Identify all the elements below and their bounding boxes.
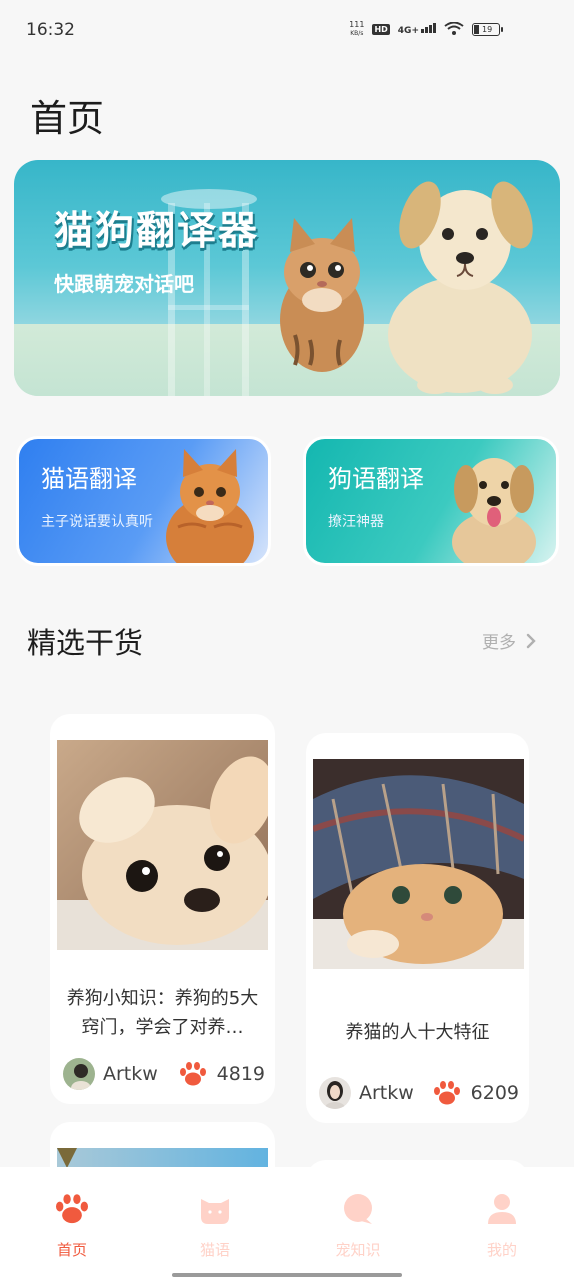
wifi-icon [444,22,464,35]
avatar [319,1077,351,1109]
cat-translate-subtitle: 主子说话要认真听 [41,514,153,530]
hero-subtitle: 快跟萌宠对话吧 [54,272,194,296]
paw-icon [179,1062,206,1086]
article-card[interactable]: 养狗小知识：养狗的5大窍门，学会了对养… Artkw 4819 [50,714,275,1104]
home-indicator[interactable] [172,1273,402,1277]
cat-translate-title: 猫语翻译 [41,465,137,493]
hero-banner[interactable]: 猫狗翻译器 快跟萌宠对话吧 [14,160,560,396]
tab-profile[interactable]: 我的 [452,1193,552,1260]
tab-pet-knowledge-label: 宠知识 [335,1241,381,1259]
cat-and-puppy-illustration [280,181,533,394]
paw-icon [433,1081,460,1105]
paw-icon [56,1194,88,1224]
article-author: Artkw [63,1058,158,1090]
cat-translate-card[interactable]: 猫语翻译 主子说话要认真听 [16,436,271,566]
page-title: 首页 [30,97,104,140]
more-link[interactable]: 更多 [482,628,536,653]
author-name: Artkw [359,1082,414,1104]
dog-translate-title: 狗语翻译 [328,465,424,493]
article-likes[interactable]: 6209 [433,1080,519,1106]
section-title: 精选干货 [27,626,144,660]
hd-icon: HD [372,23,390,35]
avatar [63,1058,95,1090]
more-label: 更多 [482,633,516,653]
chat-bubble-icon [344,1194,372,1224]
cat-face-icon [201,1199,229,1224]
article-meta: Artkw 6209 [319,1077,519,1109]
likes-count: 4819 [216,1063,265,1085]
status-bar: 16:32 111 KB/s HD 4G+ 19 [0,0,574,62]
cellular-signal-icon: 4G+ [397,22,436,36]
tab-profile-label: 我的 [486,1241,517,1259]
status-time: 16:32 [26,20,75,40]
network-type: 4G+ [397,25,419,36]
dog-translate-card[interactable]: 狗语翻译 撩汪神器 [303,436,559,566]
tab-cat-language[interactable]: 猫语 [165,1193,265,1260]
hero-title: 猫狗翻译器 [54,209,260,254]
net-speed-unit: KB/s [350,30,364,37]
user-icon [488,1194,516,1224]
tab-cat-language-label: 猫语 [199,1241,230,1259]
author-name: Artkw [103,1063,158,1085]
tab-pet-knowledge[interactable]: 宠知识 [308,1193,408,1260]
orange-cat-illustration [166,449,254,563]
net-speed-value: 111 [349,20,365,29]
battery-icon: 19 [472,22,503,36]
article-title: 养狗小知识：养狗的5大窍门，学会了对养… [66,988,259,1038]
net-speed: 111 KB/s [349,20,364,38]
tab-home-label: 首页 [56,1241,87,1259]
chevron-right-icon [526,633,536,648]
article-card[interactable]: 养猫的人十大特征 Artkw 6209 [306,733,529,1123]
article-title: 养猫的人十大特征 [345,1022,490,1043]
golden-retriever-illustration [452,458,536,563]
bottom-tab-bar: 首页 猫语 宠知识 我的 [0,1167,574,1279]
status-icons: 111 KB/s HD 4G+ 19 [349,20,503,38]
likes-count: 6209 [470,1082,519,1104]
chihuahua-photo [57,740,268,950]
article-meta: Artkw 4819 [63,1058,265,1090]
article-thumbnail [313,759,524,969]
kitten-under-blanket-photo [313,759,524,969]
article-author: Artkw [319,1077,414,1109]
article-thumbnail [57,740,268,950]
battery-level: 19 [482,24,493,34]
tab-home[interactable]: 首页 [22,1193,122,1260]
dog-translate-subtitle: 撩汪神器 [328,514,384,530]
article-likes[interactable]: 4819 [179,1061,265,1087]
